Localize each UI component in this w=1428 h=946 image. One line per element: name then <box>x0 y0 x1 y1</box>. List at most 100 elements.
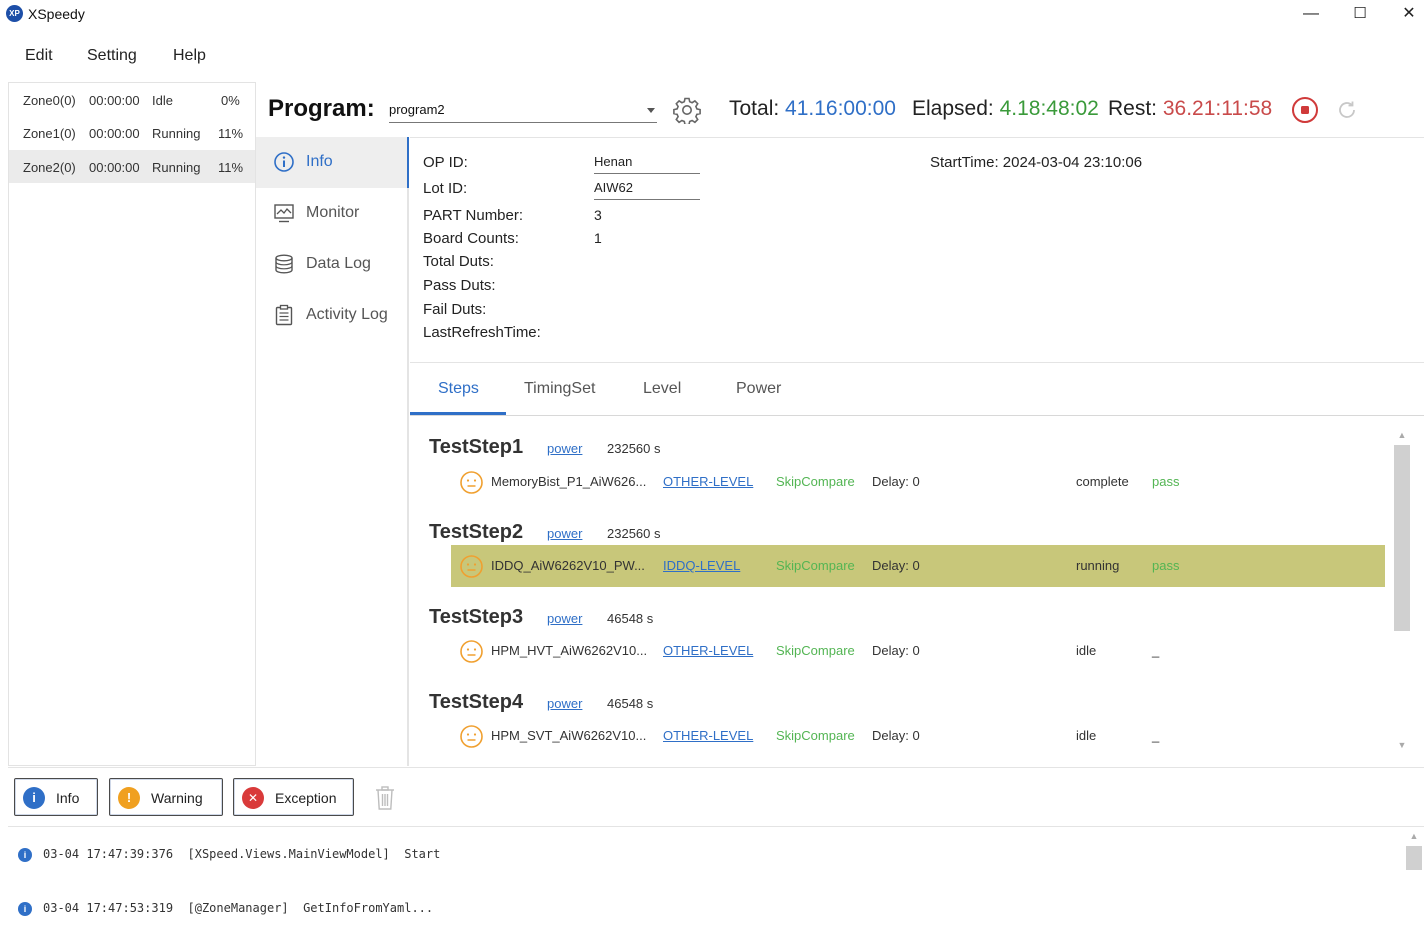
skip-compare-label: SkipCompare <box>776 728 855 743</box>
lot-id-field[interactable]: AIW62 <box>594 174 700 200</box>
board-counts-value: 1 <box>594 230 602 246</box>
delay-label: Delay: 0 <box>872 558 920 573</box>
exception-filter-button[interactable]: ✕ Exception <box>233 778 354 816</box>
zone-status: Running <box>152 160 201 175</box>
zone-progress: 0% <box>221 93 240 108</box>
stop-icon[interactable] <box>1291 96 1319 124</box>
step-title: TestStep2 <box>429 521 524 543</box>
log-text: 03-04 17:47:39:376 [XSpeed.Views.MainVie… <box>43 847 441 861</box>
tab-steps[interactable]: Steps <box>438 380 479 398</box>
step-title: TestStep4 <box>429 691 524 713</box>
nav-item-monitor[interactable]: Monitor <box>256 188 409 239</box>
level-link[interactable]: OTHER-LEVEL <box>663 474 753 489</box>
nav-label: Data Log <box>306 255 371 272</box>
step-duration: 46548 s <box>607 611 654 626</box>
zone-status: Running <box>152 126 201 141</box>
zone-time: 00:00:00 <box>89 93 140 108</box>
menu-setting[interactable]: Setting <box>87 47 137 65</box>
zone-status: Idle <box>152 93 173 108</box>
board-counts-label: Board Counts: <box>423 230 519 247</box>
step-title: TestStep3 <box>429 606 524 628</box>
step-item-row-running[interactable]: IDDQ_AiW6262V10_PW... IDDQ-LEVEL SkipCom… <box>451 545 1385 587</box>
step-item-row[interactable]: MemoryBist_P1_AiW626... OTHER-LEVEL Skip… <box>451 461 1385 503</box>
tab-timingset[interactable]: TimingSet <box>524 380 595 398</box>
trash-icon[interactable] <box>374 785 396 811</box>
part-number-label: PART Number: <box>423 207 524 224</box>
steps-list: TestStep1 power 232560 s MemoryBist_P1_A… <box>410 417 1424 766</box>
scrollbar-thumb[interactable] <box>1406 846 1422 870</box>
tab-level[interactable]: Level <box>643 380 681 398</box>
step-power-link[interactable]: power <box>547 696 582 711</box>
level-link[interactable]: IDDQ-LEVEL <box>663 558 740 573</box>
zone-row-selected[interactable]: Zone2(0) 00:00:00 Running 11% <box>9 150 255 183</box>
item-state: running <box>1076 558 1120 573</box>
info-panel: OP ID: Henan Lot ID: AIW62 PART Number: … <box>410 137 1424 363</box>
total-stat: Total: 41.16:00:00 <box>729 97 896 121</box>
total-duts-label: Total Duts: <box>423 253 494 270</box>
step-duration: 232560 s <box>607 441 661 456</box>
gear-icon[interactable] <box>673 96 701 124</box>
level-link[interactable]: OTHER-LEVEL <box>663 728 753 743</box>
zones-panel: Zone0(0) 00:00:00 Idle 0% Zone1(0) 00:00… <box>8 82 256 766</box>
step-power-link[interactable]: power <box>547 526 582 541</box>
info-icon: i <box>18 848 32 862</box>
zone-row[interactable]: Zone1(0) 00:00:00 Running 11% <box>9 116 255 149</box>
active-tab-indicator <box>410 412 506 415</box>
log-list: i 03-04 17:47:39:376 [XSpeed.Views.MainV… <box>8 828 1424 946</box>
info-filter-button[interactable]: i Info <box>14 778 98 816</box>
nav-item-activity-log[interactable]: Activity Log <box>256 290 409 341</box>
program-value: program2 <box>389 102 445 117</box>
zone-row[interactable]: Zone0(0) 00:00:00 Idle 0% <box>9 83 255 116</box>
minimize-button[interactable]: — <box>1288 0 1334 30</box>
nav-item-data-log[interactable]: Data Log <box>256 239 409 290</box>
nav-label: Activity Log <box>306 306 388 323</box>
steps-scrollbar[interactable]: ▲ ▼ <box>1392 427 1412 757</box>
refresh-icon[interactable] <box>1335 98 1359 122</box>
program-dropdown[interactable]: program2 <box>389 98 657 123</box>
step-title: TestStep1 <box>429 436 524 458</box>
log-text: 03-04 17:47:53:319 [@ZoneManager] GetInf… <box>43 901 434 915</box>
face-icon <box>460 471 483 494</box>
maximize-button[interactable]: ☐ <box>1337 0 1383 30</box>
scrollbar-thumb[interactable] <box>1394 445 1410 631</box>
nav-item-info[interactable]: Info <box>256 137 409 188</box>
level-link[interactable]: OTHER-LEVEL <box>663 643 753 658</box>
elapsed-stat: Elapsed: 4.18:48:02 <box>912 97 1099 121</box>
face-icon <box>460 725 483 748</box>
app-title: XSpeedy <box>28 6 85 22</box>
op-id-label: OP ID: <box>423 154 468 171</box>
menu-help[interactable]: Help <box>173 47 206 65</box>
step-item-row[interactable]: HPM_HVT_AiW6262V10... OTHER-LEVEL SkipCo… <box>451 630 1385 672</box>
tab-power[interactable]: Power <box>736 380 781 398</box>
side-nav: Info Monitor Data Log Activity Log <box>256 137 409 766</box>
scroll-up-icon[interactable]: ▲ <box>1396 429 1408 441</box>
rest-label: Rest: <box>1108 97 1158 120</box>
log-filter-bar: i Info ! Warning ✕ Exception <box>8 767 1424 827</box>
test-item-name: HPM_SVT_AiW6262V10... <box>491 728 647 743</box>
scroll-up-icon[interactable]: ▲ <box>1408 830 1420 842</box>
step-power-link[interactable]: power <box>547 441 582 456</box>
op-id-field[interactable]: Henan <box>594 148 700 174</box>
elapsed-value: 4.18:48:02 <box>999 97 1099 120</box>
zone-name: Zone0(0) <box>23 93 76 108</box>
step-power-link[interactable]: power <box>547 611 582 626</box>
warning-filter-button[interactable]: ! Warning <box>109 778 223 816</box>
zone-name: Zone2(0) <box>23 160 76 175</box>
chevron-down-icon <box>647 108 655 113</box>
log-scrollbar[interactable]: ▲ <box>1404 828 1424 946</box>
item-result: pass <box>1152 558 1180 573</box>
scroll-down-icon[interactable]: ▼ <box>1396 739 1408 751</box>
item-result: _ <box>1152 728 1160 743</box>
test-item-name: IDDQ_AiW6262V10_PW... <box>491 558 645 573</box>
tab-bar: Steps TimingSet Level Power <box>410 364 1424 416</box>
skip-compare-label: SkipCompare <box>776 474 855 489</box>
step-item-row[interactable]: HPM_SVT_AiW6262V10... OTHER-LEVEL SkipCo… <box>451 715 1385 757</box>
delay-label: Delay: 0 <box>872 728 920 743</box>
nav-label: Monitor <box>306 204 360 221</box>
close-button[interactable]: ✕ <box>1386 0 1428 30</box>
skip-compare-label: SkipCompare <box>776 643 855 658</box>
total-value: 41.16:00:00 <box>785 97 896 120</box>
item-state: idle <box>1076 728 1097 743</box>
menu-edit[interactable]: Edit <box>25 47 53 65</box>
warning-icon: ! <box>118 787 140 809</box>
